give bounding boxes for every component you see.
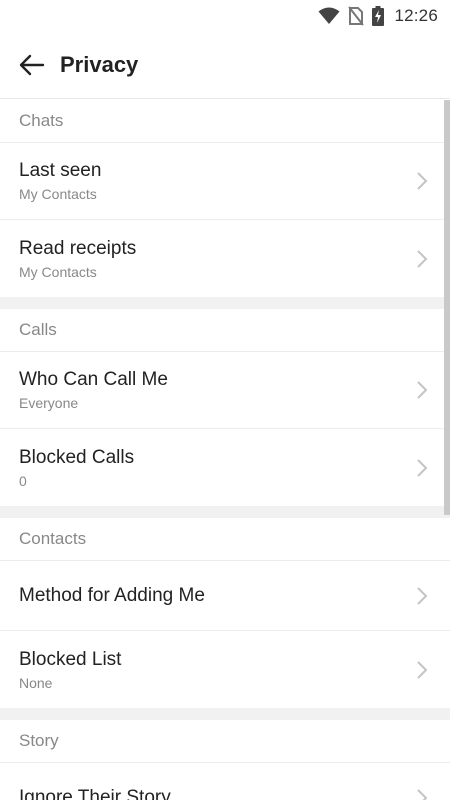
row-label: Ignore Their Story [19, 787, 171, 800]
chevron-right-icon [416, 458, 428, 478]
section-header-chats: Chats [0, 100, 450, 143]
row-label: Method for Adding Me [19, 584, 205, 606]
section-divider [0, 506, 450, 518]
row-value: My Contacts [19, 186, 97, 202]
row-value: None [19, 674, 53, 691]
scrollbar[interactable] [444, 100, 450, 515]
row-label: Blocked Calls [19, 446, 135, 468]
no-sim-icon [348, 6, 365, 26]
blocked-list-row[interactable]: Blocked List None [0, 631, 450, 708]
back-button[interactable] [0, 32, 64, 99]
row-label: Read receipts [19, 237, 137, 259]
status-time: 12:26 [394, 6, 438, 25]
row-label: Last seen [19, 160, 102, 181]
row-label: Blocked List [19, 648, 122, 670]
row-value: My Contacts [19, 263, 97, 280]
chevron-right-icon [416, 788, 428, 800]
chevron-right-icon [416, 171, 428, 191]
chevron-right-icon [416, 586, 428, 606]
chevron-right-icon [416, 380, 428, 400]
section-header-story: Story [0, 720, 450, 763]
page-title: Privacy [60, 52, 139, 77]
blocked-calls-row[interactable]: Blocked Calls 0 [0, 429, 450, 506]
section-divider [0, 708, 450, 720]
row-value: Everyone [19, 395, 79, 411]
arrow-left-icon [19, 54, 45, 76]
row-value: 0 [19, 472, 27, 489]
section-header-calls: Calls [0, 309, 450, 352]
section-header-contacts: Contacts [0, 518, 450, 561]
ignore-their-story-row[interactable]: Ignore Their Story [0, 763, 450, 800]
chevron-right-icon [416, 249, 428, 269]
battery-charging-icon [372, 6, 385, 26]
chevron-right-icon [416, 660, 428, 680]
wifi-icon [318, 7, 340, 25]
row-label: Who Can Call Me [19, 369, 168, 390]
read-receipts-row[interactable]: Read receipts My Contacts [0, 220, 450, 297]
method-for-adding-me-row[interactable]: Method for Adding Me [0, 561, 450, 631]
last-seen-row[interactable]: Last seen My Contacts [0, 143, 450, 220]
status-bar: 12:26 [0, 0, 450, 32]
who-can-call-me-row[interactable]: Who Can Call Me Everyone [0, 352, 450, 429]
app-bar: Privacy [0, 32, 450, 99]
privacy-settings-list[interactable]: Chats Last seen My Contacts Read receipt… [0, 100, 450, 800]
section-divider [0, 297, 450, 309]
